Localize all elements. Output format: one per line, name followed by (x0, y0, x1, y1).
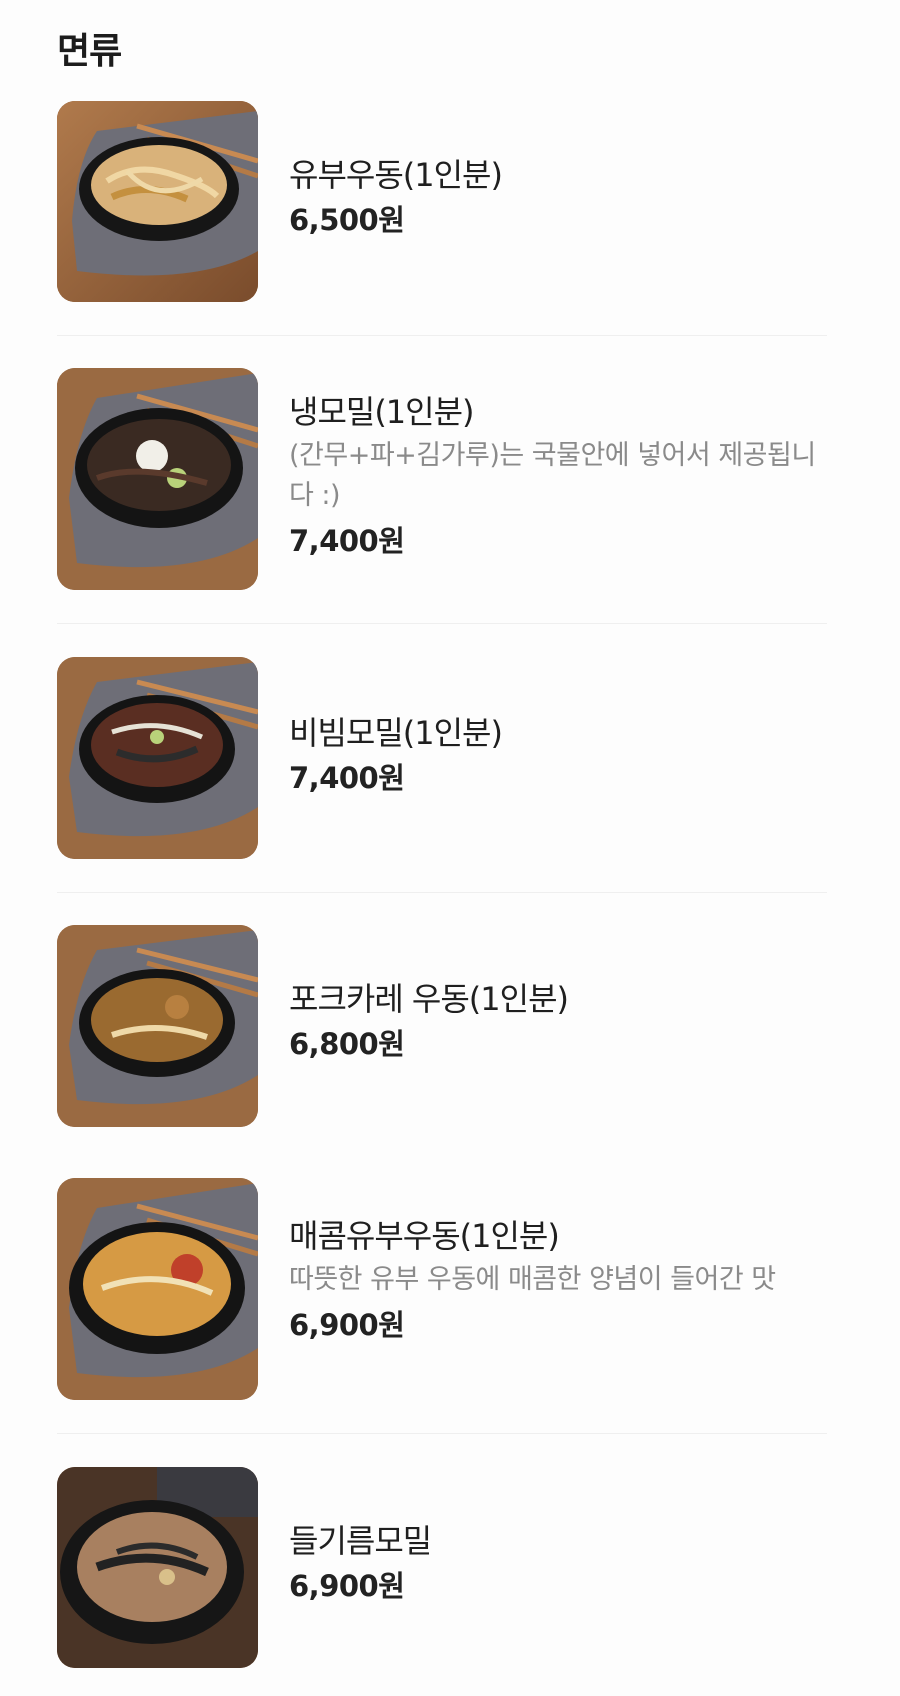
menu-item-bibim-soba[interactable]: 비빔모밀(1인분) 7,400원 (57, 657, 827, 859)
item-name: 포크카레 우동(1인분) (289, 980, 569, 1018)
divider (57, 892, 827, 893)
divider (57, 335, 827, 336)
item-price: 6,900원 (289, 1308, 405, 1342)
item-price: 7,400원 (289, 761, 405, 795)
curry-udon-photo (57, 925, 258, 1127)
item-price: 6,500원 (289, 203, 405, 237)
udon-photo (57, 101, 258, 302)
menu-item-curry-udon[interactable]: 포크카레 우동(1인분) 6,800원 (57, 925, 827, 1127)
bibim-soba-photo (57, 657, 258, 859)
item-name: 매콤유부우동(1인분) (289, 1217, 560, 1255)
item-name: 냉모밀(1인분) (289, 393, 475, 431)
menu-item-perilla-soba[interactable]: 들기름모밀 6,900원 (57, 1467, 827, 1668)
cold-soba-photo (57, 368, 258, 590)
item-name: 유부우동(1인분) (289, 156, 503, 194)
menu-item-yubu-udon[interactable]: 유부우동(1인분) 6,500원 (57, 101, 827, 302)
menu-item-cold-soba[interactable]: 냉모밀(1인분) (간무+파+김가루)는 국물안에 넣어서 제공됩니다 :) 7… (57, 368, 827, 590)
item-price: 6,900원 (289, 1569, 405, 1603)
spicy-udon-photo (57, 1178, 258, 1400)
item-description: 따뜻한 유부 우동에 매콤한 양념이 들어간 맛 (289, 1264, 776, 1295)
divider (57, 1433, 827, 1434)
item-price: 6,800원 (289, 1027, 405, 1061)
item-name: 들기름모밀 (289, 1522, 432, 1560)
perilla-soba-photo (57, 1467, 258, 1668)
menu-item-spicy-udon[interactable]: 매콤유부우동(1인분) 따뜻한 유부 우동에 매콤한 양념이 들어간 맛 6,9… (57, 1178, 827, 1400)
item-name: 비빔모밀(1인분) (289, 714, 503, 752)
divider (57, 623, 827, 624)
item-description: (간무+파+김가루)는 국물안에 넣어서 제공됩니다 :) (289, 440, 816, 511)
item-price: 7,400원 (289, 524, 405, 558)
section-title: 면류 (57, 31, 122, 72)
